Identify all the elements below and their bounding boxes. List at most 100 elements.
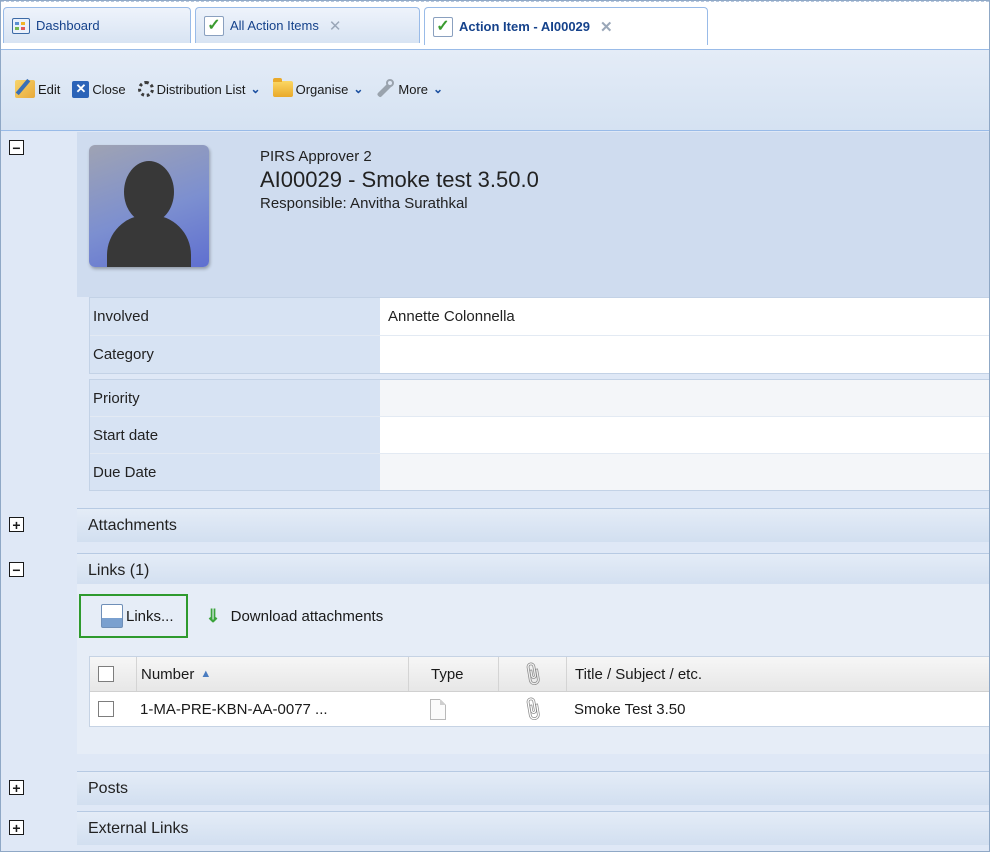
avatar — [89, 145, 209, 267]
download-label: Download attachments — [230, 607, 384, 625]
section-title: External Links — [88, 819, 189, 837]
edit-icon — [15, 80, 35, 98]
file-icon — [430, 698, 446, 720]
more-button[interactable]: More ⌄ — [375, 79, 444, 98]
expand-external-links-button[interactable]: + — [9, 820, 24, 835]
links-panel: Links... ⇓ Download attachments Number ▲… — [77, 584, 989, 754]
column-header-attachment[interactable]: 📎︎ — [498, 657, 566, 691]
chevron-down-icon: ⌄ — [250, 82, 261, 96]
responsible-text: Responsible: Anvitha Surathkal — [260, 195, 468, 212]
grid-header-row: Number ▲ Type 📎︎ Title / Subject / etc. — [90, 657, 989, 692]
collapse-links-button[interactable]: − — [9, 562, 24, 577]
field-label: Due Date — [90, 454, 380, 490]
sort-ascending-icon: ▲ — [200, 668, 212, 680]
row-title: Smoke Test 3.50 — [574, 700, 686, 718]
links-button[interactable]: Links... — [79, 594, 188, 638]
row-type — [408, 692, 498, 726]
organise-label: Organise — [295, 81, 349, 97]
section-title: Attachments — [88, 516, 177, 534]
download-arrow-icon: ⇓ — [205, 605, 221, 626]
section-title: Posts — [88, 779, 129, 797]
avatar-head — [124, 161, 174, 223]
table-row[interactable]: 1-MA-PRE-KBN-AA-0077 ... 📎︎ Smoke Test 3… — [90, 692, 989, 726]
column-header-number[interactable]: Number ▲ — [136, 657, 408, 691]
item-header: PIRS Approver 2 AI00029 - Smoke test 3.5… — [77, 132, 989, 297]
tab-label: Dashboard — [36, 18, 100, 33]
field-label: Category — [90, 336, 380, 373]
distribution-list-label: Distribution List — [156, 81, 246, 97]
links-grid: Number ▲ Type 📎︎ Title / Subject / etc. … — [89, 656, 989, 727]
more-label: More — [398, 81, 429, 97]
dashboard-icon — [12, 17, 30, 34]
column-header-label: Number — [141, 665, 195, 683]
approver-text: PIRS Approver 2 — [260, 148, 372, 165]
row-checkbox[interactable] — [98, 701, 114, 717]
wrench-icon — [375, 79, 395, 98]
paperclip-icon: 📎︎ — [517, 658, 548, 689]
column-header-type[interactable]: Type — [408, 657, 498, 691]
document-link-icon — [101, 604, 123, 628]
expand-posts-button[interactable]: + — [9, 780, 24, 795]
avatar-body — [107, 215, 191, 267]
action-toolbar: Edit ✕ Close Distribution List ⌄ Organis… — [1, 50, 989, 131]
posts-section-header[interactable]: Posts — [77, 771, 989, 805]
close-label: Close — [92, 81, 126, 97]
distribution-list-button[interactable]: Distribution List ⌄ — [137, 81, 261, 97]
external-links-section-header[interactable]: External Links — [77, 811, 989, 845]
checkmark-icon: ✓ — [204, 15, 224, 36]
field-value: Annette Colonnella — [388, 308, 515, 325]
field-value — [380, 454, 989, 490]
download-attachments-button[interactable]: ⇓ Download attachments — [206, 606, 384, 627]
edit-button[interactable]: Edit — [15, 80, 60, 98]
field-label: Priority — [90, 380, 380, 416]
field-row-category: Category — [90, 336, 989, 373]
links-section-header[interactable]: Links (1) — [77, 553, 989, 587]
attachments-section-header[interactable]: Attachments — [77, 508, 989, 542]
field-row-involved: Involved Annette Colonnella — [90, 298, 989, 336]
tab-all-action-items[interactable]: ✓ All Action Items ✕ — [195, 7, 420, 43]
links-button-label: Links... — [126, 607, 174, 625]
field-label: Involved — [90, 298, 380, 335]
field-value — [380, 336, 989, 373]
organise-button[interactable]: Organise ⌄ — [272, 78, 364, 97]
column-header-label: Title / Subject / etc. — [575, 665, 702, 683]
page-title: AI00029 - Smoke test 3.50.0 — [260, 167, 539, 192]
field-row-priority: Priority — [90, 380, 989, 417]
column-header-title[interactable]: Title / Subject / etc. — [566, 657, 989, 691]
tab-label: All Action Items — [230, 18, 319, 33]
section-title: Links (1) — [88, 561, 150, 579]
row-select-cell — [90, 692, 136, 726]
select-all-cell — [90, 657, 136, 691]
app-window: Dashboard ✓ All Action Items ✕ ✓ Action … — [0, 0, 990, 852]
folder-icon — [272, 78, 293, 97]
header-text: PIRS Approver 2 AI00029 - Smoke test 3.5… — [260, 148, 539, 212]
chevron-down-icon: ⌄ — [433, 82, 444, 96]
tab-action-item[interactable]: ✓ Action Item - AI00029 ✕ — [424, 7, 708, 45]
field-label: Start date — [90, 417, 380, 453]
collapse-header-button[interactable]: − — [9, 140, 24, 155]
tab-label: Action Item - AI00029 — [459, 19, 591, 34]
close-button[interactable]: ✕ Close — [72, 80, 126, 98]
cycle-icon — [137, 81, 154, 97]
row-attachment: 📎︎ — [498, 692, 566, 726]
tab-bar: Dashboard ✓ All Action Items ✕ ✓ Action … — [1, 1, 989, 50]
checkmark-icon: ✓ — [433, 16, 453, 37]
close-icon[interactable]: ✕ — [329, 17, 342, 35]
links-toolbar: Links... ⇓ Download attachments — [79, 594, 383, 638]
close-x-icon: ✕ — [72, 80, 90, 98]
fields-group-2: Priority Start date Due Date — [89, 379, 989, 491]
column-header-label: Type — [431, 665, 464, 683]
paperclip-icon: 📎︎ — [517, 693, 548, 724]
select-all-checkbox[interactable] — [98, 666, 114, 682]
chevron-down-icon: ⌄ — [353, 82, 364, 96]
field-value — [380, 417, 989, 453]
tab-bar-border — [1, 1, 989, 2]
field-row-due-date: Due Date — [90, 454, 989, 490]
expand-attachments-button[interactable]: + — [9, 517, 24, 532]
field-row-start-date: Start date — [90, 417, 989, 454]
edit-label: Edit — [38, 81, 61, 97]
field-value — [380, 380, 989, 416]
close-icon[interactable]: ✕ — [600, 18, 613, 36]
fields-group-1: Involved Annette Colonnella Category — [89, 297, 989, 374]
tab-dashboard[interactable]: Dashboard — [3, 7, 191, 43]
